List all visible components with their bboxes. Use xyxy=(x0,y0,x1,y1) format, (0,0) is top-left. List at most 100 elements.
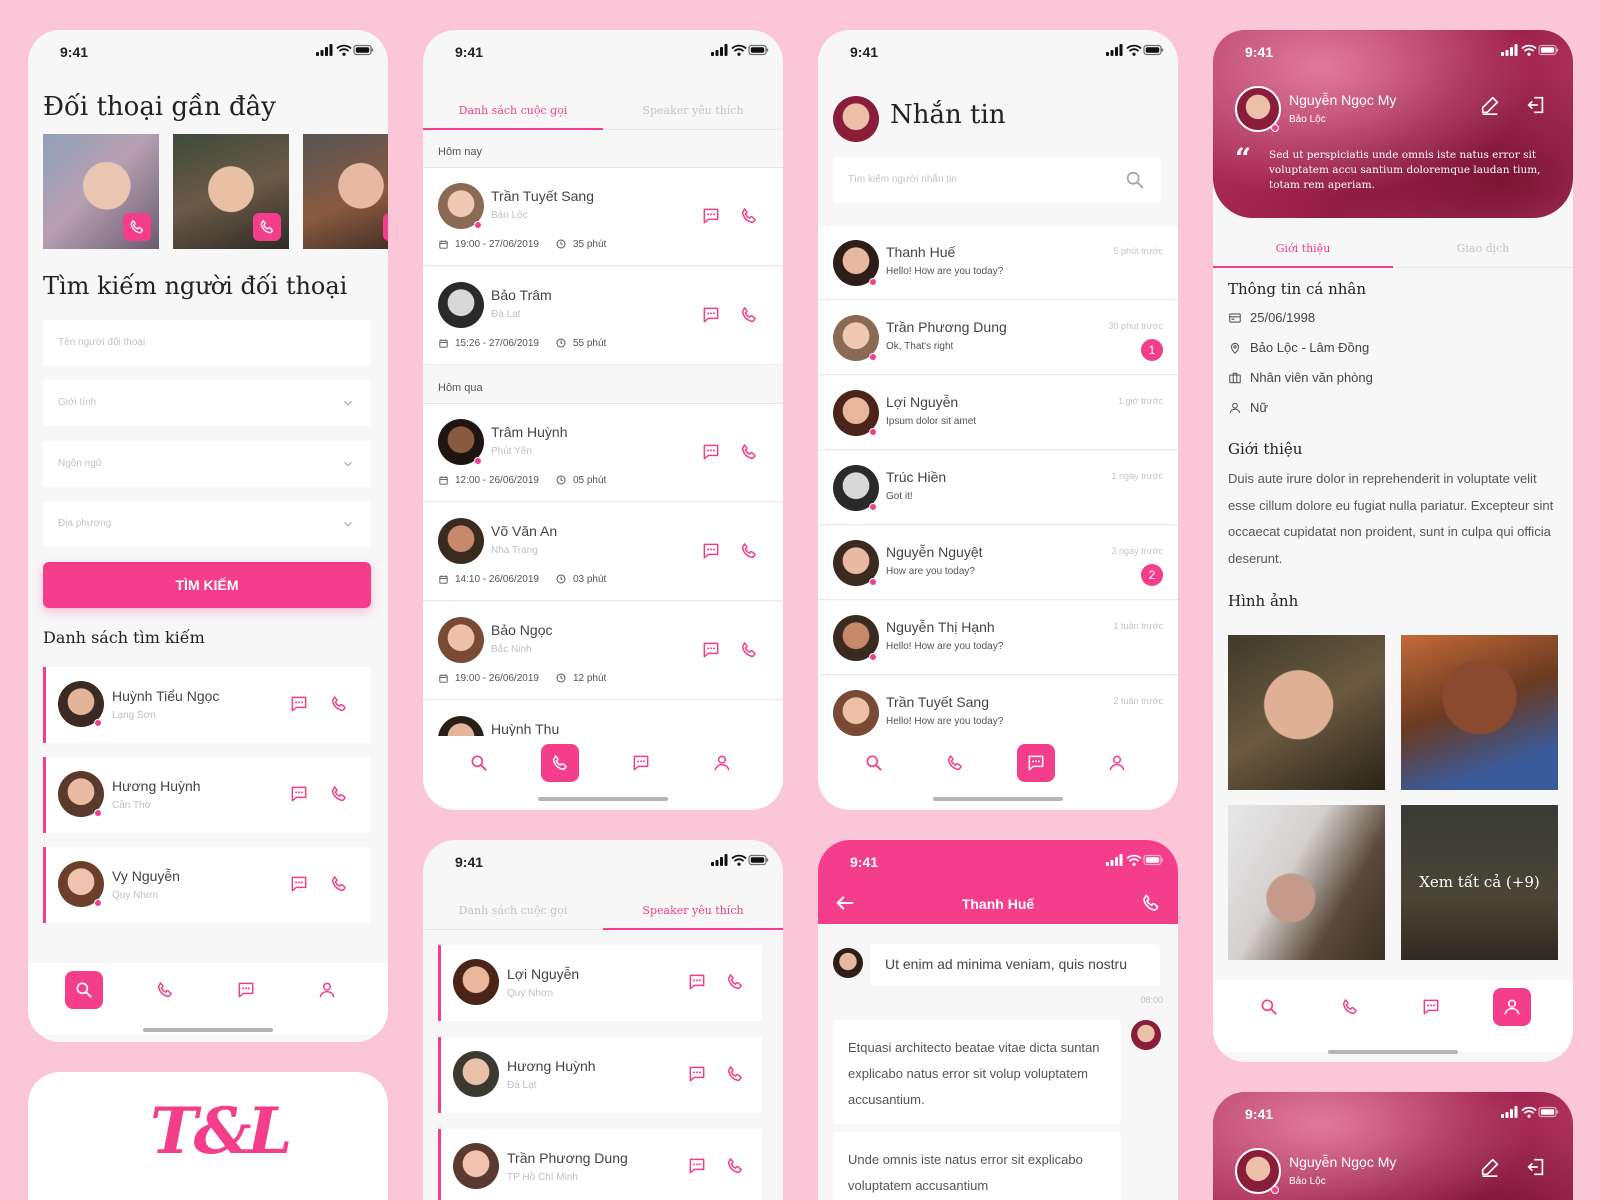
phone-icon[interactable] xyxy=(739,206,759,226)
search-icon xyxy=(864,753,884,773)
phone-icon[interactable] xyxy=(329,874,349,894)
caller-place: Bảo Lộc xyxy=(491,210,528,221)
tab-transactions[interactable]: Giao dịch xyxy=(1393,228,1573,267)
nav-messages[interactable] xyxy=(227,971,265,1009)
recent-photo[interactable] xyxy=(43,134,159,249)
message-icon[interactable] xyxy=(701,541,721,561)
phone-icon[interactable] xyxy=(739,640,759,660)
nav-calls[interactable] xyxy=(541,744,579,782)
phone-icon[interactable] xyxy=(329,694,349,714)
my-avatar[interactable] xyxy=(833,96,879,142)
message-icon[interactable] xyxy=(701,206,721,226)
nav-search[interactable] xyxy=(855,744,893,782)
location-select[interactable]: Địa phương xyxy=(43,501,371,547)
nav-profile[interactable] xyxy=(308,971,346,1009)
nav-search[interactable] xyxy=(460,744,498,782)
tab-favorites[interactable]: Speaker yêu thích xyxy=(603,890,783,930)
result-item[interactable]: Hương Huỳnh Cần Thơ xyxy=(43,757,371,833)
user-icon xyxy=(1107,753,1127,773)
favorite-item[interactable]: Hương Huỳnh Đà Lạt xyxy=(438,1037,762,1113)
chat-screen: 9:41 Thanh Huế Ut enim ad minima veniam,… xyxy=(818,840,1178,1200)
status-icons xyxy=(711,854,769,866)
nav-profile[interactable] xyxy=(1098,744,1136,782)
call-duration: 12 phút xyxy=(572,672,607,684)
edit-icon[interactable] xyxy=(1479,1156,1501,1178)
thread-item[interactable]: Trần Phương Dung Ok, That's right 30 phú… xyxy=(818,301,1178,375)
see-all-photos[interactable]: Xem tất cả (+9) xyxy=(1401,805,1558,960)
user-icon xyxy=(1502,997,1522,1017)
tab-call-list[interactable]: Danh sách cuộc gọi xyxy=(423,890,603,929)
phone-icon[interactable] xyxy=(725,972,745,992)
tab-favorites[interactable]: Speaker yêu thích xyxy=(603,90,783,129)
gender-select[interactable]: Giới tính xyxy=(43,380,371,426)
nav-messages[interactable] xyxy=(1412,988,1450,1026)
message-icon[interactable] xyxy=(687,1156,707,1176)
message-icon[interactable] xyxy=(701,305,721,325)
nav-search[interactable] xyxy=(65,971,103,1009)
search-button[interactable]: TÌM KIẾM xyxy=(43,562,371,608)
nav-profile[interactable] xyxy=(1493,988,1531,1026)
message-icon[interactable] xyxy=(687,1064,707,1084)
recent-call-button[interactable] xyxy=(123,213,151,241)
call-item[interactable]: Trâm Huỳnh Phút Yên 12:00 - 26/06/2019 0… xyxy=(423,404,783,502)
message-icon[interactable] xyxy=(289,694,309,714)
recent-photo[interactable] xyxy=(173,134,289,249)
nav-calls[interactable] xyxy=(146,971,184,1009)
search-title: Tìm kiếm người đối thoại xyxy=(43,272,348,300)
gallery-photo[interactable] xyxy=(1401,635,1558,790)
call-item[interactable]: Trần Tuyết Sang Bảo Lộc 19:00 - 27/06/20… xyxy=(423,168,783,266)
gallery-photo[interactable] xyxy=(1228,805,1385,960)
nav-search[interactable] xyxy=(1250,988,1288,1026)
name-search-input[interactable]: Tên người đối thoại xyxy=(43,320,371,366)
message-icon[interactable] xyxy=(289,874,309,894)
call-item[interactable]: Võ Văn An Nha Trang 14:10 - 26/06/2019 0… xyxy=(423,503,783,601)
thread-item[interactable]: Nguyễn Nguyệt How are you today? 3 ngày … xyxy=(818,526,1178,600)
tab-about[interactable]: Giới thiệu xyxy=(1213,228,1393,268)
message-icon[interactable] xyxy=(701,442,721,462)
phone-icon[interactable] xyxy=(739,442,759,462)
logout-icon[interactable] xyxy=(1525,1156,1547,1178)
logout-icon[interactable] xyxy=(1525,94,1547,116)
thread-item[interactable]: Thanh Huế Hello! How are you today? 5 ph… xyxy=(818,226,1178,300)
recent-carousel[interactable] xyxy=(43,134,388,249)
nav-profile[interactable] xyxy=(703,744,741,782)
message-icon[interactable] xyxy=(701,640,721,660)
message-icon[interactable] xyxy=(289,784,309,804)
phone-icon[interactable] xyxy=(739,305,759,325)
profile-location: Bảo Lộc xyxy=(1289,1176,1326,1187)
call-item[interactable]: Bảo Trâm Đà Lạt 15:26 - 27/06/2019 55 ph… xyxy=(423,267,783,365)
thread-item[interactable]: Lợi Nguyễn Ipsum dolor sit amet 1 giờ tr… xyxy=(818,376,1178,450)
nav-messages[interactable] xyxy=(622,744,660,782)
favorite-item[interactable]: Trần Phương Dung TP Hồ Chí Minh xyxy=(438,1129,762,1200)
calendar-icon xyxy=(438,239,449,250)
edit-icon[interactable] xyxy=(1479,94,1501,116)
phone-icon[interactable] xyxy=(739,541,759,561)
recent-call-button[interactable] xyxy=(383,213,388,241)
message-icon[interactable] xyxy=(687,972,707,992)
phone-icon[interactable] xyxy=(1140,892,1162,914)
nav-calls[interactable] xyxy=(1331,988,1369,1026)
phone-icon[interactable] xyxy=(725,1064,745,1084)
phone-icon[interactable] xyxy=(329,784,349,804)
thread-item[interactable]: Trúc Hiền Got it! 1 ngày trước xyxy=(818,451,1178,525)
language-select[interactable]: Ngôn ngữ xyxy=(43,441,371,487)
nav-calls[interactable] xyxy=(936,744,974,782)
favorite-name: Hương Huỳnh xyxy=(507,1058,596,1074)
message-icon xyxy=(631,753,651,773)
birthday-row: 25/06/1998 xyxy=(1228,310,1315,325)
thread-item[interactable]: Nguyễn Thị Hạnh Hello! How are you today… xyxy=(818,601,1178,675)
result-item[interactable]: Huỳnh Tiểu Ngọc Lạng Sơn xyxy=(43,667,371,743)
recent-photo[interactable] xyxy=(303,134,388,249)
message-time: 08:00 xyxy=(1140,995,1163,1005)
result-place: Lạng Sơn xyxy=(112,710,156,721)
recent-call-button[interactable] xyxy=(253,213,281,241)
favorite-item[interactable]: Lợi Nguyễn Quy Nhơn xyxy=(438,945,762,1021)
call-datetime: 19:00 - 26/06/2019 xyxy=(455,672,539,684)
result-item[interactable]: Vy Nguyễn Quy Nhơn xyxy=(43,847,371,923)
gallery-photo[interactable] xyxy=(1228,635,1385,790)
tab-call-list[interactable]: Danh sách cuộc gọi xyxy=(423,90,603,130)
message-search-input[interactable]: Tìm kiếm người nhắn tin xyxy=(833,157,1161,203)
call-item[interactable]: Bảo Ngọc Bắc Ninh 19:00 - 26/06/2019 12 … xyxy=(423,602,783,700)
phone-icon[interactable] xyxy=(725,1156,745,1176)
nav-messages[interactable] xyxy=(1017,744,1055,782)
